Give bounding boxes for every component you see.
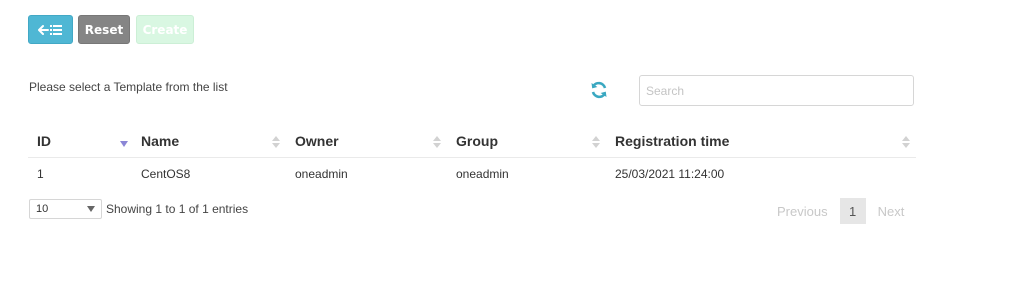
select-template-hint: Please select a Template from the list <box>29 80 228 94</box>
column-header-group[interactable]: Group <box>447 125 606 158</box>
chevron-down-icon <box>87 206 95 212</box>
search-input[interactable] <box>639 75 914 106</box>
cell-group: oneadmin <box>456 167 509 181</box>
page-length-value: 10 <box>36 203 49 215</box>
column-label: Name <box>141 133 180 149</box>
sort-both-icon <box>272 136 280 148</box>
cell-name: CentOS8 <box>141 167 191 181</box>
pagination: Previous 1 Next <box>769 198 912 224</box>
column-header-name[interactable]: Name <box>132 125 286 158</box>
previous-page-button[interactable]: Previous <box>769 204 836 219</box>
sort-both-icon <box>902 136 910 148</box>
back-list-icon <box>37 24 62 35</box>
templates-table: ID Name Owner Group Registration time 1 … <box>28 125 916 190</box>
cell-id: 1 <box>37 167 44 181</box>
sort-both-icon <box>592 136 600 148</box>
table-header-row: ID Name Owner Group Registration time <box>28 125 916 158</box>
next-page-button[interactable]: Next <box>870 204 913 219</box>
table-row[interactable]: 1 CentOS8 oneadmin oneadmin 25/03/2021 1… <box>28 158 916 191</box>
sort-both-icon <box>433 136 441 148</box>
column-header-registration-time[interactable]: Registration time <box>606 125 916 158</box>
cell-registration-time: 25/03/2021 11:24:00 <box>615 167 725 181</box>
column-label: Group <box>456 133 498 149</box>
page-button-1[interactable]: 1 <box>839 198 866 224</box>
refresh-icon[interactable] <box>589 80 609 100</box>
back-to-list-button[interactable] <box>28 15 73 44</box>
column-label: Registration time <box>615 133 730 149</box>
column-label: Owner <box>295 133 339 149</box>
column-header-owner[interactable]: Owner <box>286 125 447 158</box>
column-label: ID <box>37 133 51 149</box>
cell-owner: oneadmin <box>295 167 348 181</box>
create-button[interactable]: Create <box>136 15 194 44</box>
page-length-select[interactable]: 10 <box>29 199 102 219</box>
sort-desc-icon <box>120 141 128 147</box>
entries-info: Showing 1 to 1 of 1 entries <box>106 202 249 216</box>
reset-button[interactable]: Reset <box>78 15 130 44</box>
column-header-id[interactable]: ID <box>28 125 132 158</box>
